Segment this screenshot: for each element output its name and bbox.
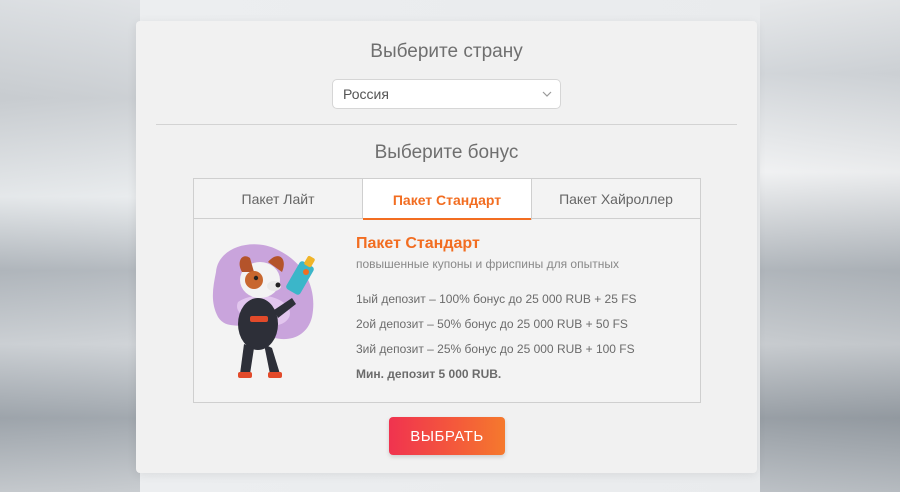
deposit-1-text: 1ый депозит – 100% бонус до 25 000 RUB +… bbox=[356, 292, 637, 306]
select-bonus-button[interactable]: ВЫБРАТЬ bbox=[389, 417, 505, 455]
country-select-value: Россия bbox=[343, 86, 389, 102]
section-divider bbox=[156, 124, 737, 125]
background-left bbox=[0, 0, 140, 492]
background-right bbox=[760, 0, 900, 492]
tab-standard[interactable]: Пакет Стандарт bbox=[363, 179, 532, 220]
tab-lite[interactable]: Пакет Лайт bbox=[194, 179, 363, 218]
deposit-3-text: 3ий депозит – 25% бонус до 25 000 RUB + … bbox=[356, 342, 635, 356]
chevron-down-icon bbox=[542, 91, 552, 97]
bonus-tabs: Пакет Лайт Пакет Стандарт Пакет Хайролле… bbox=[194, 179, 700, 220]
bonus-panel: Пакет Лайт Пакет Стандарт Пакет Хайролле… bbox=[193, 178, 701, 403]
min-deposit-text: Мин. депозит 5 000 RUB. bbox=[356, 367, 502, 381]
bonus-selection-card: Выберите страну Россия Выберите бонус Па… bbox=[136, 21, 757, 473]
bonus-heading: Выберите бонус bbox=[374, 142, 519, 163]
bonus-subtitle: повышенные купоны и фриспины для опытных bbox=[356, 257, 619, 271]
deposit-2-text: 2ой депозит – 50% бонус до 25 000 RUB + … bbox=[356, 317, 628, 331]
dog-mascot-image bbox=[212, 244, 315, 378]
bonus-title: Пакет Стандарт bbox=[356, 235, 480, 252]
country-heading: Выберите страну bbox=[370, 41, 523, 62]
country-select[interactable]: Россия bbox=[332, 79, 561, 109]
tab-highroller[interactable]: Пакет Хайроллер bbox=[532, 179, 700, 218]
bonus-content: Пакет Стандарт повышенные купоны и фрисп… bbox=[194, 220, 700, 402]
